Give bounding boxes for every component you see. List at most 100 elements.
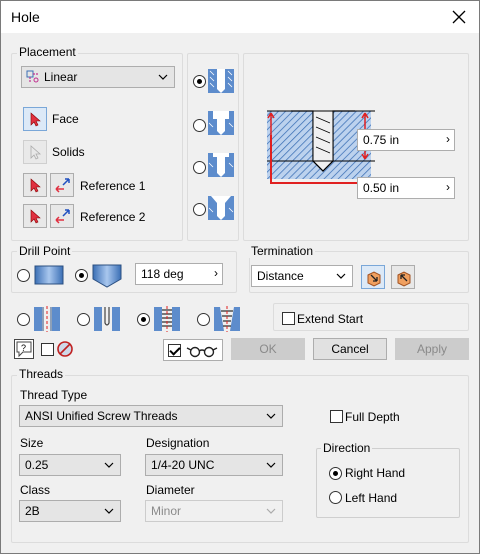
drill-point-angle-radio[interactable] [75, 269, 88, 282]
drill-point-label: Drill Point [17, 244, 73, 258]
counterbore-hole-icon [207, 109, 235, 137]
termination-value: Distance [257, 269, 304, 283]
select-arrow-icon [30, 112, 41, 127]
reference1-flip-button[interactable] [50, 173, 74, 197]
chevron-down-icon [266, 413, 276, 419]
hole-type-drilled-radio[interactable] [193, 75, 206, 88]
reference1-select-button[interactable] [23, 173, 47, 197]
class-label: Class [20, 483, 51, 497]
diameter-dropdown[interactable]: Minor [145, 500, 283, 522]
reference1-label: Reference 1 [80, 179, 146, 193]
distance-input[interactable]: 0.50 in › [357, 177, 455, 199]
preview-checkbox[interactable] [168, 344, 181, 357]
chevron-right-icon[interactable]: › [446, 132, 450, 146]
flip-direction-icon [55, 209, 70, 224]
direction-arrow-icon [397, 271, 411, 287]
right-hand-radio[interactable] [329, 467, 342, 480]
size-value: 0.25 [25, 458, 49, 472]
face-label: Face [52, 112, 79, 126]
reference2-label: Reference 2 [80, 210, 146, 224]
help-icon: ? [16, 341, 32, 358]
depth-input[interactable]: 0.75 in › [357, 129, 455, 151]
flip-direction-icon [55, 178, 70, 193]
left-hand-radio[interactable] [329, 491, 342, 504]
hole-type-counterbore-radio[interactable] [193, 119, 206, 132]
class-dropdown[interactable]: 2B [19, 500, 121, 522]
apply-button[interactable]: Apply [395, 338, 469, 360]
preview-toggle-checkbox[interactable] [41, 343, 54, 356]
angle-drill-point-icon [91, 263, 123, 292]
class-value: 2B [25, 504, 40, 518]
direction-group [316, 448, 460, 518]
size-dropdown[interactable]: 0.25 [19, 454, 121, 476]
chevron-down-icon [336, 273, 346, 279]
designation-value: 1/4-20 UNC [151, 458, 215, 472]
distance-value: 0.50 in [363, 181, 400, 195]
hole-style-simple-radio[interactable] [17, 313, 30, 326]
chevron-down-icon [104, 462, 114, 468]
linear-placement-icon [26, 70, 40, 87]
designation-label: Designation [146, 436, 210, 450]
drill-point-flat-radio[interactable] [17, 269, 30, 282]
full-depth-checkbox[interactable] [330, 410, 343, 423]
svg-text:?: ? [21, 343, 26, 353]
drill-angle-value: 118 deg [141, 267, 184, 281]
chevron-down-icon [266, 508, 276, 514]
drill-angle-input[interactable]: 118 deg › [135, 263, 223, 285]
direction-label: Direction [321, 441, 373, 455]
chevron-down-icon [104, 508, 114, 514]
placement-type-dropdown[interactable]: Linear [21, 66, 175, 88]
left-hand-label: Left Hand [345, 491, 398, 505]
taper-tapped-hole-icon [213, 305, 241, 333]
threads-label: Threads [17, 367, 66, 381]
reference2-flip-button[interactable] [50, 204, 74, 228]
full-depth-label: Full Depth [345, 410, 400, 424]
thread-type-dropdown[interactable]: ANSI Unified Screw Threads [19, 405, 283, 427]
simple-hole-icon [33, 305, 61, 333]
flat-drill-point-icon [33, 263, 65, 290]
window-title: Hole [11, 9, 40, 25]
spotface-hole-icon [207, 151, 235, 179]
clearance-hole-icon [93, 305, 121, 333]
designation-dropdown[interactable]: 1/4-20 UNC [145, 454, 283, 476]
select-arrow-icon [30, 145, 42, 160]
hole-style-clearance-radio[interactable] [77, 313, 90, 326]
extend-start-label: Extend Start [297, 312, 364, 326]
thread-type-value: ANSI Unified Screw Threads [25, 409, 178, 423]
no-preview-icon [56, 340, 74, 361]
diameter-value: Minor [151, 504, 182, 518]
hole-dialog: Hole Placement Linear Face Solids Refere… [0, 0, 480, 554]
extend-start-checkbox[interactable] [282, 312, 295, 325]
thread-type-label: Thread Type [20, 388, 88, 402]
size-label: Size [20, 436, 44, 450]
help-button[interactable]: ? [14, 339, 34, 359]
chevron-down-icon [266, 462, 276, 468]
placement-label: Placement [17, 45, 78, 59]
right-hand-label: Right Hand [345, 466, 406, 480]
select-arrow-icon [30, 178, 41, 193]
solids-label: Solids [52, 145, 85, 159]
termination-dropdown[interactable]: Distance [251, 265, 353, 287]
close-icon[interactable] [447, 5, 471, 29]
chevron-right-icon[interactable]: › [214, 266, 218, 280]
cancel-button[interactable]: Cancel [313, 338, 387, 360]
preview-glasses-button[interactable] [163, 339, 223, 361]
termination-direction1-button[interactable] [361, 265, 385, 289]
tapped-hole-icon [153, 305, 181, 333]
reference2-select-button[interactable] [23, 204, 47, 228]
hole-type-countersink-radio[interactable] [193, 203, 206, 216]
select-arrow-icon [30, 209, 41, 224]
hole-type-spotface-radio[interactable] [193, 161, 206, 174]
chevron-right-icon[interactable]: › [446, 180, 450, 194]
ok-button[interactable]: OK [231, 338, 305, 360]
face-select-button[interactable] [23, 107, 47, 131]
countersink-hole-icon [207, 194, 235, 222]
solids-select-button[interactable] [23, 140, 47, 164]
glasses-icon [186, 346, 218, 358]
hole-style-taper-tapped-radio[interactable] [197, 313, 210, 326]
placement-type-value: Linear [44, 70, 78, 84]
hole-style-tapped-radio[interactable] [137, 313, 150, 326]
diameter-label: Diameter [146, 483, 195, 497]
termination-direction2-button[interactable] [391, 265, 415, 289]
depth-value: 0.75 in [363, 133, 400, 147]
